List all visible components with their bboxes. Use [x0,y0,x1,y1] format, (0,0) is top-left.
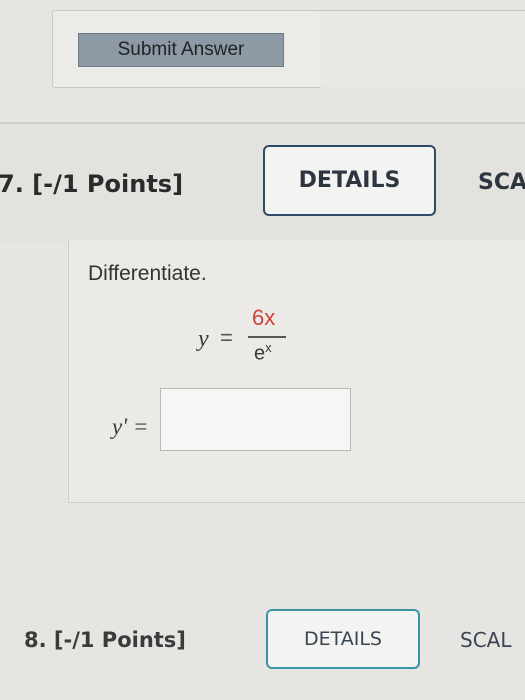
answer-label: y' = [112,414,149,439]
answer-input[interactable] [160,388,351,451]
fraction-denominator: ex [254,340,272,366]
fraction-bar [248,336,286,338]
question-8-points-label: 8. [-/1 Points] [24,628,186,652]
question-7-scale-link[interactable]: SCA [478,170,525,195]
previous-question-side-panel [320,10,525,87]
question-7-prompt: Differentiate. [88,262,207,285]
question-8-details-button[interactable]: DETAILS [266,609,420,669]
equation-lhs: y [198,326,209,352]
denominator-base: e [254,342,266,365]
denominator-exponent: x [265,340,272,355]
question-8-scale-link[interactable]: SCAL [460,628,511,652]
submit-answer-button[interactable]: Submit Answer [78,33,284,67]
question-7-details-button[interactable]: DETAILS [263,145,436,216]
question-7-points-label: 7. [-/1 Points] [0,170,184,198]
fraction-numerator: 6x [252,305,276,330]
equation-equals: = [220,325,233,350]
